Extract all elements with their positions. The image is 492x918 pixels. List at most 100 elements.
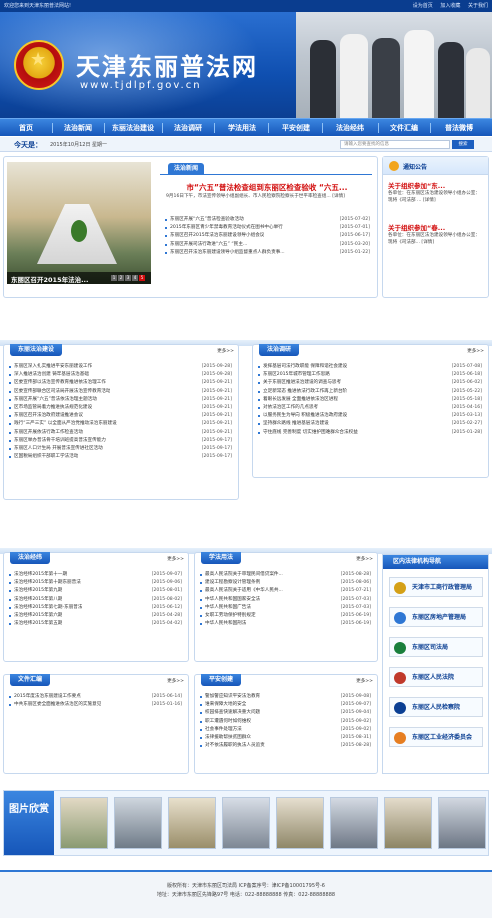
list-item[interactable]: 东丽区开展“六五”普法依法治理主题活动 [2015-09-21] — [8, 396, 234, 404]
gallery-image[interactable] — [60, 797, 108, 849]
slide-page-2[interactable]: 2 — [118, 275, 124, 281]
slide-page-3[interactable]: 3 — [125, 275, 131, 281]
tab-learn-law[interactable]: 学法用法 — [201, 552, 242, 564]
list-item[interactable]: 中华人民共和国国家安全法 [2015-07-03] — [199, 596, 373, 604]
list-item[interactable]: 区委宣传部联合区司法局开展法治宣传教育活动 [2015-09-21] — [8, 388, 234, 396]
list-item[interactable]: 区国税局组织干部职工学法活动 [2015-09-17] — [8, 453, 234, 461]
tab-documents[interactable]: 文件汇编 — [10, 674, 51, 686]
list-item[interactable]: 东丽区开展司法行政进“六五” “民主... [2015-03-20] — [164, 241, 372, 249]
list-item[interactable]: 关于东丽区推进法治建设的调查与思考 [2015-06-02] — [257, 379, 484, 387]
gallery-image[interactable] — [384, 797, 432, 849]
more-link[interactable]: 更多>> — [167, 678, 184, 684]
more-link[interactable]: 更多>> — [217, 348, 234, 354]
link-item[interactable]: 天津市工商行政管理局 — [389, 577, 483, 597]
header-photo — [296, 12, 492, 118]
nav-research[interactable]: 法治调研 — [158, 119, 218, 137]
list-item[interactable]: 东丽区深入扎实推进平安东丽建设工作 [2015-09-28] — [8, 363, 234, 371]
tab-jingwei[interactable]: 法治经纬 — [10, 552, 51, 564]
link-item[interactable]: 东丽区工业经济委员会 — [389, 727, 483, 747]
list-item[interactable]: 警加警应知识平安法治教育 [2015-09-08] — [199, 693, 373, 701]
list-item[interactable]: 守住底线 完善制度 切实维护困难群众合法权益 [2015-01-28] — [257, 429, 484, 437]
list-item[interactable]: 中华人民共和国刑法 [2015-06-19] — [199, 620, 373, 628]
list-item[interactable]: 2015年度法治东丽建设工作要点 [2015-06-14] — [8, 693, 184, 701]
list-item[interactable]: 女职工劳动保护特别规定 [2015-06-19] — [199, 612, 373, 620]
tab-research[interactable]: 法治调研 — [259, 344, 300, 356]
gallery-image[interactable] — [330, 797, 378, 849]
link-item[interactable]: 东丽区房地产管理局 — [389, 607, 483, 627]
link-item[interactable]: 东丽区人民检察院 — [389, 697, 483, 717]
gallery-image[interactable] — [438, 797, 486, 849]
gallery-image[interactable] — [114, 797, 162, 849]
tab-safety[interactable]: 平安创建 — [201, 674, 242, 686]
list-item[interactable]: 谁来保障大地的安全 [2015-09-07] — [199, 701, 373, 709]
list-item[interactable]: 践行“三严三实” 以全面从严治党推动法治东丽建设 [2015-09-21] — [8, 420, 234, 428]
list-item[interactable]: 东丽区人口计生局 开展普法宣传进社区活动 [2015-09-17] — [8, 445, 234, 453]
list-item[interactable]: 建设工程勘察设计管理条例 [2015-08-06] — [199, 579, 373, 587]
add-favorite-link[interactable]: 加入收藏 — [440, 3, 460, 9]
tab-construction[interactable]: 东丽法治建设 — [10, 344, 63, 356]
list-item[interactable]: 着眼长远发展 全面推进依法治区进程 [2015-05-18] — [257, 396, 484, 404]
nav-law-news[interactable]: 法治新闻 — [48, 119, 108, 137]
list-item[interactable]: 法律援助帮扶贫困群众 [2015-08-31] — [199, 734, 373, 742]
list-item[interactable]: 校园排查快速解决重大问题 [2015-09-04] — [199, 709, 373, 717]
list-item[interactable]: 最高人民法院关于审理民间借贷案件... [2015-08-28] — [199, 571, 373, 579]
tab-law-news[interactable]: 法治新闻 — [168, 163, 205, 175]
list-item[interactable]: 社会事件处理方法 [2015-09-02] — [199, 726, 373, 734]
headline-news[interactable]: 市“六五”普法检查组到东丽区检查验收 “六五... — [163, 182, 371, 193]
list-item[interactable]: 法治经纬2015年第五期 [2015-04-02] — [8, 620, 184, 628]
list-item[interactable]: 职工遭遇何时如何维权 [2015-09-02] — [199, 718, 373, 726]
nav-learn-law[interactable]: 学法用法 — [212, 119, 272, 137]
list-item[interactable]: 发挥基层司法行政职能 保障和谐社会建设 [2015-07-08] — [257, 363, 484, 371]
slideshow-image[interactable] — [7, 162, 151, 284]
list-item[interactable]: 对依法治区工作的几点思考 [2015-04-16] — [257, 404, 484, 412]
slideshow-caption[interactable]: 东丽区召开2015年法治... — [11, 274, 89, 284]
list-item[interactable]: 法治经纬2015年第六期 [2015-04-28] — [8, 612, 184, 620]
gallery-image[interactable] — [222, 797, 270, 849]
list-item[interactable]: 深入推进法治创建 铸牢基层法治基础 [2015-09-28] — [8, 371, 234, 379]
nav-documents[interactable]: 文件汇编 — [374, 119, 434, 137]
list-item[interactable]: 立足新常态 推进依法行政工作再上新台阶 [2015-05-22] — [257, 388, 484, 396]
list-item[interactable]: 东丽区召开法治东丽建设领导小组监督重点人群负责事... [2015-01-22] — [164, 249, 372, 257]
list-item[interactable]: 东丽区举办普法骨干培训班提高普法宣传能力 [2015-09-17] — [8, 437, 234, 445]
nav-jingwei[interactable]: 法治经纬 — [320, 119, 380, 137]
list-item[interactable]: 中华人民共和国广告法 [2015-07-03] — [199, 604, 373, 612]
search-input[interactable]: 请输入您要查找的信息 — [340, 140, 450, 149]
nav-dongli-construction[interactable]: 东丽法治建设 — [103, 119, 163, 137]
link-item[interactable]: 东丽区人民法院 — [389, 667, 483, 687]
list-item[interactable]: 区市场监管局着力推进执法规范化建设 [2015-09-21] — [8, 404, 234, 412]
list-item[interactable]: 法治经纬2015年第十一期 [2015-09-07] — [8, 571, 184, 579]
gallery-image[interactable] — [276, 797, 324, 849]
list-item[interactable]: 东丽区2015年城市管理工作思路 [2015-06-18] — [257, 371, 484, 379]
link-item[interactable]: 东丽区司法局 — [389, 637, 483, 657]
list-item[interactable]: 对不依法履职的执法人员追责 [2015-08-28] — [199, 742, 373, 750]
more-link[interactable]: 更多>> — [167, 556, 184, 562]
slide-page-1[interactable]: 1 — [111, 275, 117, 281]
set-homepage-link[interactable]: 设为首页 — [413, 3, 433, 9]
more-link[interactable]: 更多>> — [356, 678, 373, 684]
list-item[interactable]: 东丽区开展依法行政工作检查活动 [2015-09-21] — [8, 429, 234, 437]
more-link[interactable]: 更多>> — [467, 348, 484, 354]
notice-item-title[interactable]: 关于组织参加“春... — [388, 222, 484, 232]
list-item[interactable]: 东丽区开展“六五”普法检查验收活动 [2015-07-02] — [164, 216, 372, 224]
slide-page-5[interactable]: 5 — [139, 275, 145, 281]
notice-item-title[interactable]: 关于组织参加“东... — [388, 180, 484, 190]
gallery-image[interactable] — [168, 797, 216, 849]
nav-safety[interactable]: 平安创建 — [266, 119, 326, 137]
list-item[interactable]: 东丽区召开2015年法治东丽建设领导小组会议 [2015-06-17] — [164, 232, 372, 240]
search-button[interactable]: 搜索 — [452, 140, 474, 149]
list-item[interactable]: 区委宣传部以法治宣传教育推进依法治理工作 [2015-09-21] — [8, 379, 234, 387]
list-item[interactable]: 以服务民生为导向 积极推进法治政府建设 [2015-03-13] — [257, 412, 484, 420]
list-item[interactable]: 法治经纬2015年第十期东丽普法 [2015-09-06] — [8, 579, 184, 587]
list-item[interactable]: 最高人民法院关于适用《中华人民共... [2015-07-21] — [199, 587, 373, 595]
list-item[interactable]: 中共东丽区委全面推进依法治区的实施意见 [2015-01-16] — [8, 701, 184, 709]
list-item[interactable]: 2015年东丽区青少年禁毒教育活动仪式在图书中心举行 [2015-07-01] — [164, 224, 372, 232]
more-link[interactable]: 更多>> — [356, 556, 373, 562]
list-item[interactable]: 东丽区召开法治政府建设推进会议 [2015-09-21] — [8, 412, 234, 420]
nav-weibo[interactable]: 普法微博 — [429, 119, 489, 137]
list-item[interactable]: 坚持群众路线 推进基层法治建设 [2015-02-27] — [257, 420, 484, 428]
list-item[interactable]: 法治经纬2015年第七期-东丽普法 [2015-06-12] — [8, 604, 184, 612]
list-item[interactable]: 法治经纬2015年第九期 [2015-08-01] — [8, 587, 184, 595]
about-us-link[interactable]: 关于我们 — [468, 3, 488, 9]
list-item[interactable]: 法治经纬2015年第八期 [2015-08-02] — [8, 596, 184, 604]
slide-page-4[interactable]: 4 — [132, 275, 138, 281]
